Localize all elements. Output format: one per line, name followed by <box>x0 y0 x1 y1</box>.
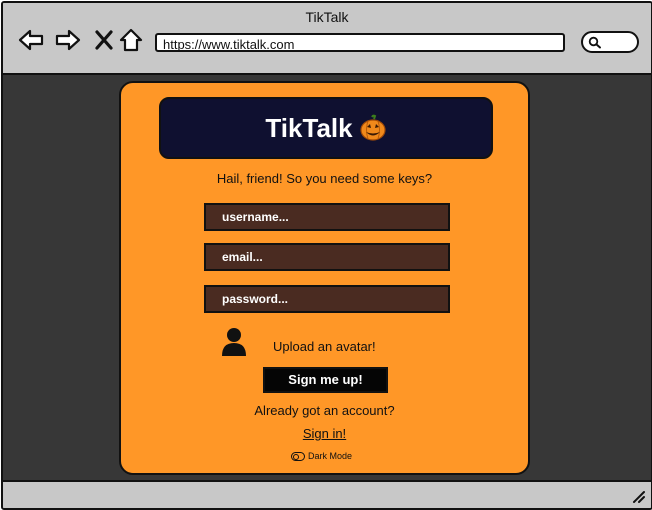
upload-avatar-label[interactable]: Upload an avatar! <box>273 339 376 354</box>
email-input[interactable] <box>204 243 450 271</box>
home-icon[interactable] <box>117 26 145 54</box>
page-viewport: TikTalk Hail, friend! So you need some k… <box>3 75 651 480</box>
signup-card: TikTalk Hail, friend! So you need some k… <box>119 81 530 475</box>
username-input[interactable] <box>204 203 450 231</box>
brand-banner: TikTalk <box>159 97 493 159</box>
forward-icon[interactable] <box>54 26 82 54</box>
signup-button[interactable]: Sign me up! <box>263 367 388 393</box>
toggle-icon <box>291 451 305 461</box>
url-bar[interactable]: https://www.tiktalk.com <box>155 33 565 52</box>
title-bar: TikTalk https://www.tiktalk.com <box>3 3 651 75</box>
signin-link[interactable]: Sign in! <box>121 426 528 441</box>
pumpkin-icon <box>359 114 387 142</box>
search-icon <box>588 36 601 49</box>
brand-title: TikTalk <box>265 112 353 143</box>
back-icon[interactable] <box>17 26 45 54</box>
dark-mode-label: Dark Mode <box>308 451 353 461</box>
status-bar <box>3 480 651 508</box>
resize-grip-icon[interactable] <box>631 489 645 503</box>
close-icon[interactable] <box>90 26 118 54</box>
user-avatar-icon[interactable] <box>221 327 247 357</box>
browser-window: TikTalk https://www.tiktalk.com TikTalk <box>1 1 652 510</box>
dark-mode-toggle[interactable]: Dark Mode <box>291 451 352 461</box>
already-account-text: Already got an account? <box>254 403 395 418</box>
password-input[interactable] <box>204 285 450 313</box>
search-button[interactable] <box>581 31 639 53</box>
window-title: TikTalk <box>305 9 349 25</box>
greeting-text: Hail, friend! So you need some keys? <box>216 171 433 186</box>
